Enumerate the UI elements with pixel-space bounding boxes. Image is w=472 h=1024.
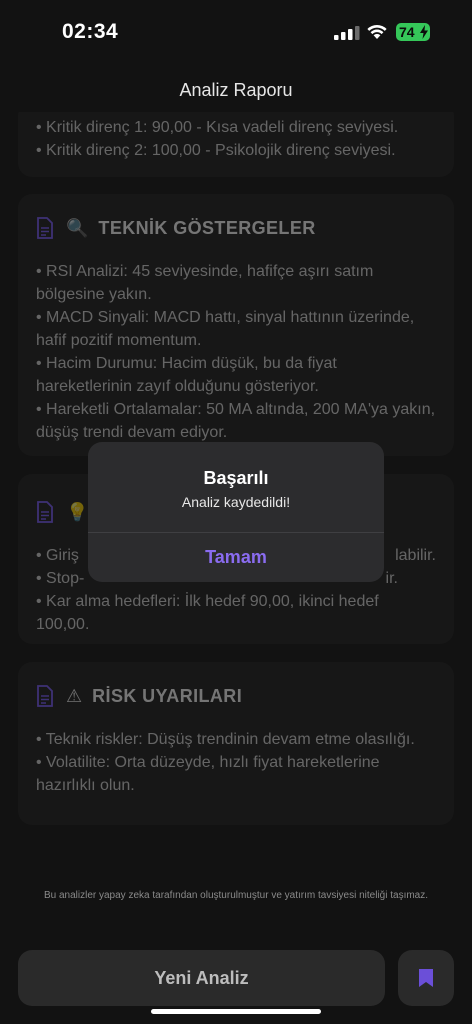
list-item-fragment: ir.: [385, 570, 398, 587]
status-bar: 02:34 74: [0, 0, 472, 64]
list-item: • Teknik riskler: Düşüş trendinin devam …: [36, 731, 415, 748]
lightbulb-icon: 💡: [66, 501, 89, 522]
list-item: • Volatilite: Orta düzeyde, hızlı fiyat …: [36, 754, 380, 794]
list-item: • RSI Analizi: 45 seviyesinde, hafifçe a…: [36, 263, 374, 303]
battery-level: 74: [399, 24, 415, 40]
charging-bolt-icon: [420, 25, 428, 39]
disclaimer-text: Bu analizler yapay zeka tarafından oluşt…: [43, 890, 429, 901]
alert-title: Başarılı: [203, 468, 269, 488]
list-item: • Kritik direnç 1: 90,00 - Kısa vadeli d…: [36, 119, 399, 136]
wifi-icon: [367, 24, 387, 39]
list-item: • Kar alma hedefleri: İlk hedef 90,00, i…: [36, 593, 379, 633]
screen: 02:34 74 Analiz Raporu • Kritik direnç 1…: [0, 0, 472, 1024]
bookmark-icon: [419, 969, 433, 987]
alert-message: Analiz kaydedildi!: [181, 494, 291, 510]
document-icon: [37, 501, 53, 523]
page-title: Analiz Raporu: [179, 80, 293, 100]
magnifier-icon: 🔍: [66, 217, 89, 238]
document-icon: [37, 217, 53, 239]
card-technical-indicators: 🔍 TEKNİK GÖSTERGELER • RSI Analizi: 45 s…: [18, 194, 454, 456]
card-risk-warnings: ⚠ RİSK UYARILARI • Teknik riskler: Düşüş…: [18, 662, 454, 825]
list-item: • Giriş: [36, 547, 79, 564]
list-item-fragment: labilir.: [395, 547, 436, 564]
cellular-signal-icon: [334, 26, 360, 40]
card-title: TEKNİK GÖSTERGELER: [98, 217, 316, 238]
card-header: 🔍 TEKNİK GÖSTERGELER: [36, 210, 436, 246]
new-analysis-button[interactable]: Yeni Analiz: [18, 950, 385, 1006]
card-title: RİSK UYARILARI: [92, 685, 243, 706]
document-icon: [37, 685, 53, 707]
list-item: • Stop-: [36, 570, 85, 587]
list-item: • Hacim Durumu: Hacim düşük, bu da fiyat…: [36, 355, 337, 395]
status-time: 02:34: [62, 20, 119, 43]
card-header: ⚠ RİSK UYARILARI: [36, 678, 436, 714]
ok-button[interactable]: Tamam: [88, 533, 384, 582]
card-support-resistance: • Kritik direnç 1: 90,00 - Kısa vadeli d…: [18, 112, 454, 177]
home-indicator[interactable]: [151, 1009, 321, 1014]
list-item: • MACD Sinyali: MACD hattı, sinyal hattı…: [36, 309, 415, 349]
battery-indicator: 74: [396, 23, 430, 41]
warning-icon: ⚠: [66, 685, 83, 706]
bookmark-button[interactable]: [398, 950, 454, 1006]
list-item: • Hareketli Ortalamalar: 50 MA altında, …: [36, 401, 436, 441]
success-alert: Başarılı Analiz kaydedildi! Tamam: [88, 442, 384, 582]
list-item: • Kritik direnç 2: 100,00 - Psikolojik d…: [36, 142, 396, 159]
